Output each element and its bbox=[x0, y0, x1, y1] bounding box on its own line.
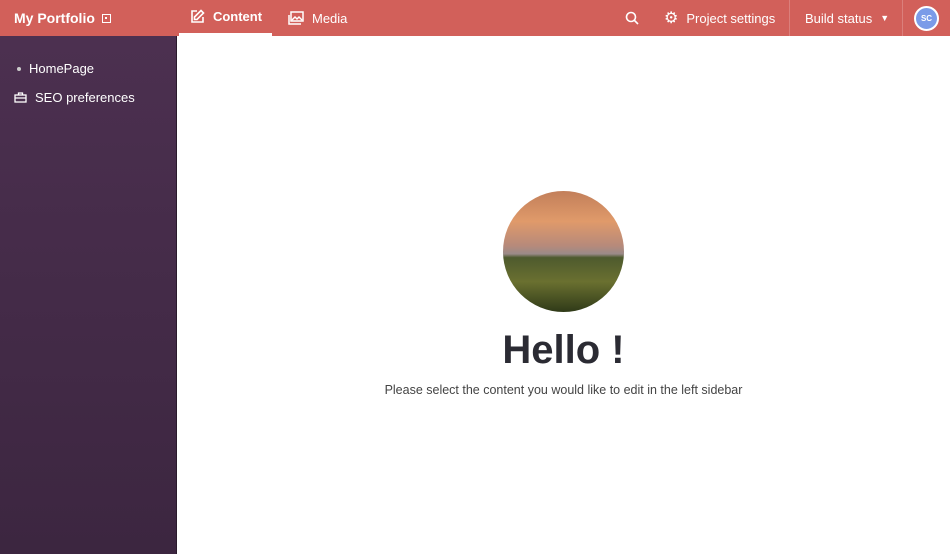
brand-link[interactable]: My Portfolio bbox=[14, 10, 111, 26]
page-subtitle: Please select the content you would like… bbox=[384, 383, 743, 397]
sidebar: HomePage SEO preferences bbox=[0, 36, 177, 554]
external-link-icon bbox=[101, 13, 111, 23]
brand-name: My Portfolio bbox=[14, 10, 95, 26]
main-content: Hello ! Please select the content you wo… bbox=[177, 36, 950, 554]
avatar[interactable]: SC bbox=[914, 6, 939, 31]
edit-icon bbox=[191, 8, 205, 23]
page-title: Hello ! bbox=[502, 328, 625, 372]
sidebar-item-seo-preferences[interactable]: SEO preferences bbox=[14, 90, 135, 105]
project-settings-label: Project settings bbox=[686, 10, 776, 26]
tab-content[interactable]: Content bbox=[179, 0, 272, 36]
sidebar-item-label: HomePage bbox=[29, 61, 95, 76]
tab-label: Content bbox=[212, 9, 263, 24]
welcome-image bbox=[503, 191, 624, 312]
bullet-icon bbox=[17, 66, 21, 71]
sidebar-item-homepage[interactable]: HomePage bbox=[17, 61, 94, 76]
top-bar: My Portfolio Content Media ⚙ Project set… bbox=[0, 0, 950, 36]
gear-icon: ⚙ bbox=[664, 10, 679, 27]
image-icon bbox=[288, 11, 304, 25]
tab-media[interactable]: Media bbox=[288, 0, 347, 36]
build-status-label: Build status bbox=[805, 10, 873, 26]
toolbox-icon bbox=[14, 92, 27, 103]
project-settings-button[interactable]: ⚙ Project settings bbox=[664, 0, 775, 36]
sidebar-item-label: SEO preferences bbox=[35, 90, 135, 105]
build-status-dropdown[interactable]: Build status ▼ bbox=[805, 0, 889, 36]
search-icon[interactable] bbox=[625, 11, 639, 25]
divider bbox=[789, 0, 790, 36]
divider bbox=[902, 0, 903, 36]
caret-down-icon: ▼ bbox=[880, 13, 890, 23]
tab-label: Media bbox=[312, 10, 348, 26]
